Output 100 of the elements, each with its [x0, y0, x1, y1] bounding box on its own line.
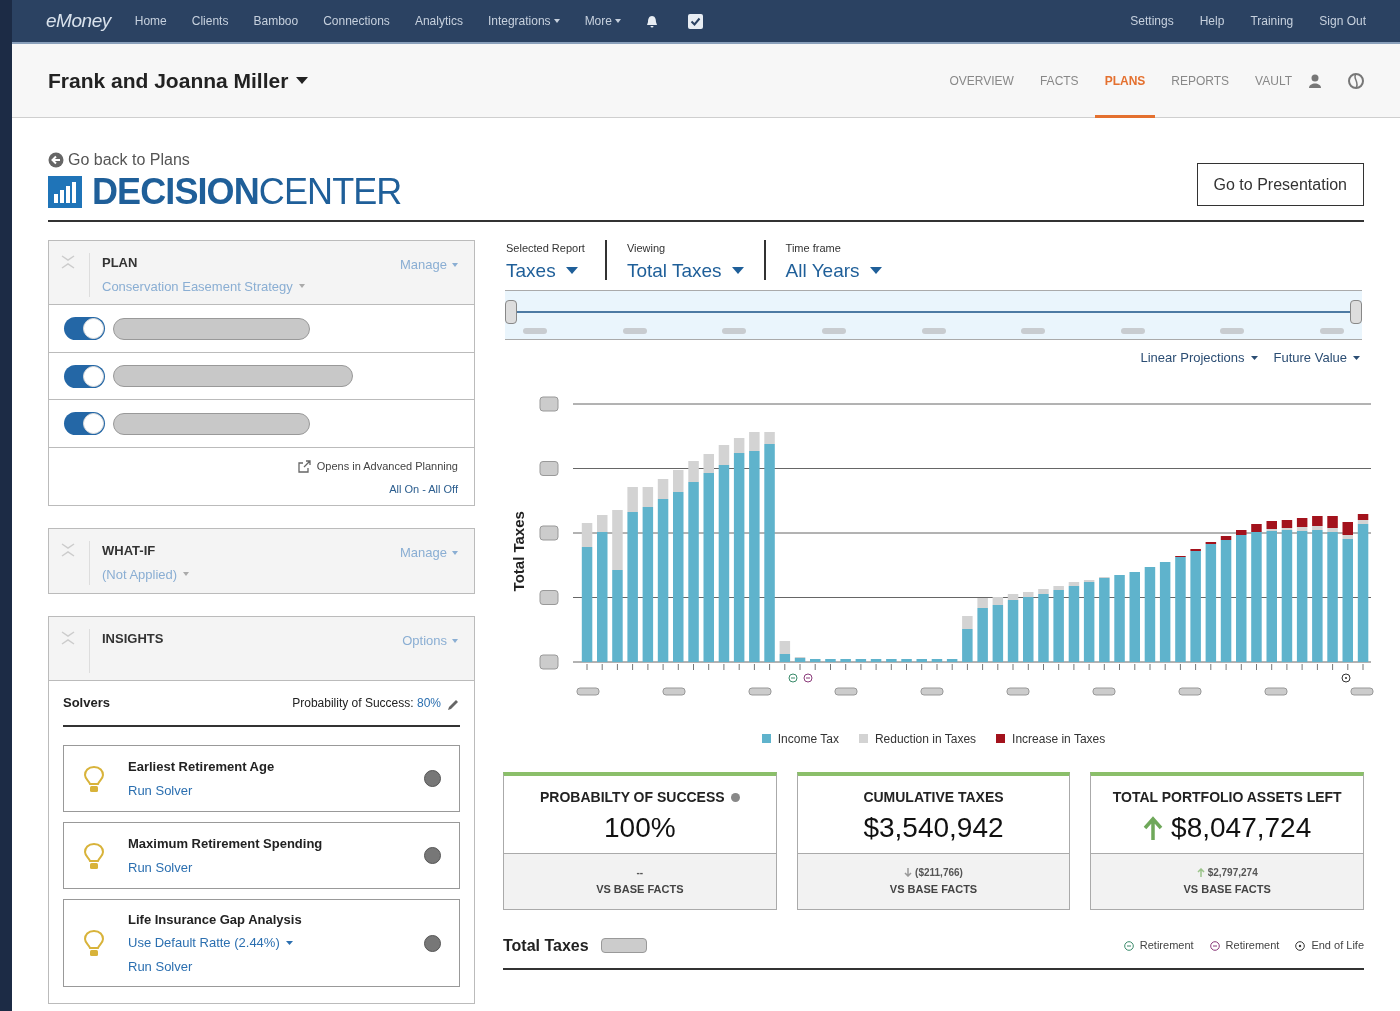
- go-to-presentation-button[interactable]: Go to Presentation: [1196, 163, 1364, 206]
- toggle-switch[interactable]: [64, 364, 105, 388]
- nav-link[interactable]: More: [584, 12, 621, 30]
- stacked-bar: [1007, 593, 1019, 662]
- bar-chart-logo-icon: [48, 176, 82, 208]
- stacked-bar: [855, 658, 867, 662]
- delta-value: $2,797,274: [1207, 865, 1258, 880]
- caret-icon: [452, 638, 458, 643]
- redacted-tick-label: [821, 328, 846, 334]
- caret-icon: [298, 284, 305, 289]
- external-link-icon: [296, 459, 311, 473]
- person-icon: [1308, 73, 1322, 88]
- back-arrow-icon: [48, 152, 64, 168]
- logo[interactable]: eMoney: [46, 6, 111, 36]
- nav-link[interactable]: Settings: [1130, 12, 1174, 30]
- metric-value: $3,540,942: [863, 813, 1004, 842]
- stacked-bar: [931, 658, 943, 662]
- probability-text: Probability of Success: 80%: [292, 695, 441, 712]
- redacted-tick-label: [722, 328, 747, 334]
- y-axis-label: Total Taxes: [508, 509, 528, 594]
- solver-link[interactable]: Run Solver: [128, 780, 402, 800]
- retirement-marker-icon: [1209, 940, 1220, 951]
- caret-icon: [565, 267, 578, 274]
- solver-link[interactable]: Run Solver: [128, 857, 402, 877]
- lightbulb-icon: [82, 764, 106, 793]
- stacked-bar: [1023, 591, 1034, 662]
- toggle-switch[interactable]: [64, 412, 105, 435]
- panel-heading: WHAT-IF: [102, 542, 157, 560]
- caret-icon: [1353, 355, 1360, 360]
- retirement-marker-icon: [1123, 940, 1134, 951]
- section-title: Total Taxes: [503, 935, 589, 956]
- collapse-chevrons-icon: [61, 541, 75, 559]
- caret-icon: [1250, 355, 1258, 360]
- end-of-life-marker-icon: [1295, 940, 1306, 951]
- selector-dropdown[interactable]: Viewing Total Taxes: [606, 240, 766, 280]
- redacted-tick-label: [1320, 328, 1344, 334]
- nav-link[interactable]: Clients: [191, 12, 229, 30]
- delta-value: ($211,766): [915, 865, 963, 880]
- stacked-bar: [901, 658, 912, 662]
- caret-icon: [452, 262, 458, 267]
- metric-title: PROBABILTY OF SUCCESS: [540, 787, 725, 807]
- caret-icon: [296, 77, 309, 84]
- redacted-tick-label: [1021, 328, 1046, 334]
- chart-option-dropdown[interactable]: Linear Projections: [1140, 348, 1258, 368]
- selector-dropdown[interactable]: Time frame All Years: [765, 240, 902, 280]
- redacted-value: [600, 938, 647, 953]
- checkbox-icon: [687, 13, 703, 29]
- comparison-label: VS BASE FACTS: [889, 881, 978, 897]
- nav-link[interactable]: Training: [1250, 12, 1294, 30]
- caret-icon: [869, 267, 882, 274]
- chart-option-dropdown[interactable]: Future Value: [1273, 348, 1360, 368]
- collapse-chevrons-icon: [61, 629, 75, 647]
- nav-link[interactable]: Connections: [323, 12, 390, 30]
- nav-link[interactable]: Home: [134, 12, 167, 30]
- redacted-tick-label: [523, 328, 547, 334]
- stacked-bar: [870, 658, 882, 662]
- marker-label: Retirement: [1139, 938, 1194, 954]
- selector-dropdown[interactable]: Selected Report Taxes: [503, 240, 607, 280]
- marker-label: Retirement: [1225, 938, 1280, 954]
- back-link[interactable]: Go back to Plans: [48, 148, 402, 172]
- stacked-bar: [916, 658, 927, 662]
- legend-label: Reduction in Taxes: [874, 730, 977, 748]
- redacted-tick-label: [921, 328, 946, 334]
- comparison-label: VS BASE FACTS: [596, 881, 684, 897]
- note-text: Opens in Advanced Planning: [316, 459, 458, 474]
- stacked-bar: [962, 615, 973, 662]
- all-on-all-off-link[interactable]: All On - All Off: [389, 480, 458, 497]
- nav-link[interactable]: Help: [1199, 12, 1225, 30]
- redacted-tick-label: [622, 328, 647, 334]
- client-name-dropdown[interactable]: Frank and Joanna Miller: [48, 64, 309, 97]
- toggle-switch[interactable]: [64, 317, 105, 340]
- stacked-bar: [886, 658, 897, 662]
- metric-value: 100%: [604, 813, 676, 842]
- comparison-label: VS BASE FACTS: [1183, 881, 1271, 897]
- caret-icon: [285, 941, 293, 945]
- caret-icon: [183, 572, 190, 577]
- solver-link[interactable]: Use Default Ratte (2.44%): [128, 933, 402, 953]
- slider-handle[interactable]: [505, 300, 517, 324]
- panel-heading: INSIGHTS: [102, 630, 165, 648]
- timeline-range-slider[interactable]: [505, 290, 1362, 340]
- nav-link[interactable]: Bamboo: [253, 12, 299, 30]
- nav-link[interactable]: Sign Out: [1319, 12, 1366, 30]
- nav-link[interactable]: Integrations: [487, 12, 560, 30]
- stacked-bar: [794, 656, 806, 662]
- marker-label: End of Life: [1311, 938, 1364, 954]
- bell-icon: [645, 14, 658, 28]
- solver-title: Maximum Retirement Spending: [128, 835, 324, 853]
- panel-heading: PLAN: [102, 254, 139, 272]
- end-of-life-marker-icon: [1341, 673, 1351, 682]
- caret-icon: [731, 267, 744, 274]
- retirement-marker-icon: [788, 673, 798, 682]
- section-label: Solvers: [63, 694, 110, 713]
- slider-handle[interactable]: [1350, 300, 1362, 324]
- nav-link[interactable]: Analytics: [414, 12, 463, 30]
- lightbulb-icon: [82, 929, 106, 957]
- stacked-bar: [977, 597, 988, 662]
- stacked-bar: [946, 658, 958, 662]
- solver-link[interactable]: Run Solver: [128, 956, 402, 977]
- solver-title: Life Insurance Gap Analysis: [128, 910, 303, 929]
- collapse-chevrons-icon: [61, 253, 75, 271]
